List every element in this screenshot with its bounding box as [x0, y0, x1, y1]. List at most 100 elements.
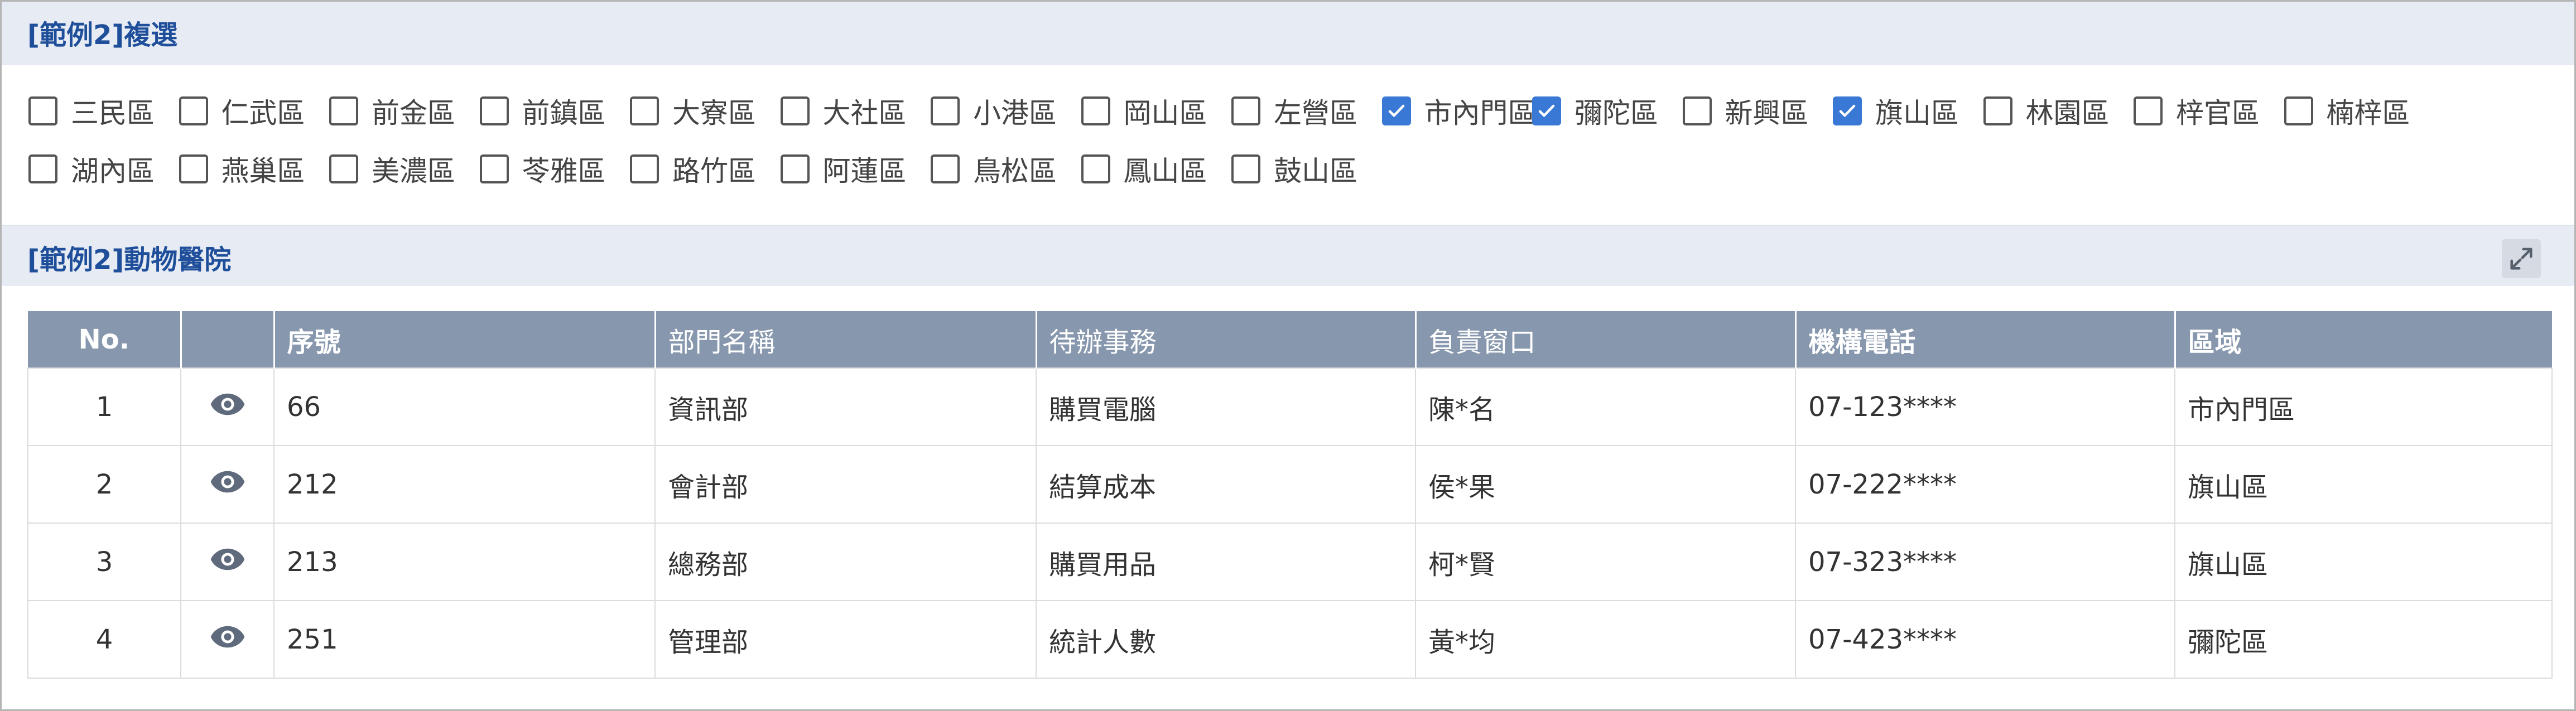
checkbox-label[interactable]: 美濃區	[372, 149, 455, 189]
checkbox-item[interactable]: 岡山區	[1081, 91, 1207, 130]
eye-icon[interactable]	[209, 625, 246, 656]
checkbox-label[interactable]: 梓官區	[2176, 91, 2260, 131]
eye-icon[interactable]	[209, 547, 246, 578]
checkbox-label[interactable]: 路竹區	[672, 149, 756, 189]
eye-icon[interactable]	[209, 392, 246, 423]
checkbox-item[interactable]: 前金區	[329, 91, 455, 130]
checkbox-item[interactable]: 鳳山區	[1081, 149, 1207, 188]
checkbox-label[interactable]: 大寮區	[672, 91, 756, 131]
checkbox-item[interactable]: 小港區	[931, 91, 1057, 130]
checkbox-item[interactable]: 楠梓區	[2284, 91, 2410, 130]
checkbox-label[interactable]: 彌陀區	[1575, 91, 1658, 131]
cell-district: 彌陀區	[2174, 600, 2553, 679]
checkbox-unchecked[interactable]	[2284, 96, 2313, 125]
checkbox-label[interactable]: 楠梓區	[2327, 91, 2410, 131]
checkbox-label[interactable]: 苓雅區	[522, 149, 606, 189]
checkbox-item[interactable]: 三民區	[28, 91, 155, 130]
checkbox-unchecked[interactable]	[329, 154, 358, 183]
checkbox-unchecked[interactable]	[1231, 96, 1260, 125]
checkbox-checked[interactable]	[1532, 96, 1561, 125]
cell-view[interactable]	[180, 523, 275, 601]
checkbox-checked[interactable]	[1381, 96, 1411, 125]
checkbox-item[interactable]: 湖內區	[28, 149, 155, 188]
checkbox-label[interactable]: 左營區	[1274, 91, 1357, 131]
checkbox-item[interactable]: 旗山區	[1833, 91, 1959, 130]
checkbox-label[interactable]: 鳥松區	[973, 149, 1057, 189]
checkbox-unchecked[interactable]	[28, 154, 57, 183]
cell-district: 市內門區	[2174, 367, 2553, 446]
checkbox-unchecked[interactable]	[179, 154, 208, 183]
cell-view[interactable]	[180, 445, 275, 524]
checkbox-unchecked[interactable]	[479, 154, 509, 183]
checkbox-label[interactable]: 鼓山區	[1274, 149, 1357, 189]
checkbox-unchecked[interactable]	[479, 96, 509, 125]
checkbox-unchecked[interactable]	[1231, 154, 1260, 183]
checkbox-label[interactable]: 三民區	[71, 91, 155, 131]
hospital-table: No. 序號 部門名稱 待辦事務 負責窗口 機構電話 區域 1 66 資訊部 購買電腦…	[27, 311, 2553, 679]
checkbox-item[interactable]: 苓雅區	[479, 149, 606, 189]
checkbox-unchecked[interactable]	[780, 154, 810, 183]
checkbox-unchecked[interactable]	[28, 96, 57, 125]
checkbox-label[interactable]: 燕巢區	[222, 149, 305, 189]
checkbox-label[interactable]: 鳳山區	[1124, 149, 1207, 189]
cell-task: 購買用品	[1036, 523, 1416, 601]
checkbox-unchecked[interactable]	[780, 96, 810, 125]
checkbox-unchecked[interactable]	[630, 154, 659, 183]
col-header-contact[interactable]: 負責窗口	[1415, 311, 1797, 368]
checkbox-item[interactable]: 鳥松區	[931, 149, 1057, 188]
col-header-department[interactable]: 部門名稱	[655, 311, 1037, 368]
checkbox-unchecked[interactable]	[931, 154, 960, 183]
checkbox-item[interactable]: 燕巢區	[179, 149, 305, 188]
checkbox-item[interactable]: 美濃區	[329, 149, 455, 188]
checkbox-checked[interactable]	[1833, 96, 1862, 125]
expand-icon	[2510, 248, 2532, 270]
checkbox-item[interactable]: 鼓山區	[1231, 149, 1357, 188]
checkbox-label[interactable]: 林園區	[2026, 91, 2110, 131]
checkbox-unchecked[interactable]	[630, 96, 659, 125]
col-header-district[interactable]: 區域	[2175, 311, 2552, 368]
checkbox-item[interactable]: 左營區	[1231, 91, 1357, 130]
checkbox-label[interactable]: 旗山區	[1875, 91, 1959, 131]
checkbox-unchecked[interactable]	[1081, 96, 1110, 125]
checkbox-unchecked[interactable]	[1081, 154, 1110, 183]
checkbox-item[interactable]: 仁武區	[179, 91, 305, 130]
checkbox-item[interactable]: 路竹區	[630, 149, 756, 188]
checkbox-label[interactable]: 前金區	[372, 91, 455, 131]
checkbox-item[interactable]: 阿蓮區	[780, 149, 907, 189]
checkbox-label[interactable]: 岡山區	[1124, 91, 1207, 131]
checkbox-label[interactable]: 市內門區	[1424, 91, 1536, 131]
checkbox-item[interactable]: 大社區	[780, 91, 907, 131]
checkbox-item[interactable]: 彌陀區	[1532, 91, 1658, 130]
checkbox-item[interactable]: 大寮區	[630, 91, 756, 130]
checkbox-label[interactable]: 阿蓮區	[823, 149, 907, 189]
checkbox-item[interactable]: 梓官區	[2134, 91, 2260, 130]
expand-button[interactable]	[2502, 239, 2541, 278]
table-row: 3 213 總務部 購買用品 柯*賢 07-323**** 旗山區	[27, 523, 2553, 601]
cell-view[interactable]	[180, 367, 275, 446]
checkmark-icon	[1839, 104, 1856, 117]
checkbox-label[interactable]: 新興區	[1725, 91, 1809, 131]
checkbox-item[interactable]: 林園區	[1983, 91, 2110, 130]
cell-view[interactable]	[180, 600, 275, 679]
col-header-task[interactable]: 待辦事務	[1036, 311, 1417, 368]
checkbox-unchecked[interactable]	[1682, 96, 1712, 125]
checkbox-unchecked[interactable]	[931, 96, 960, 125]
col-header-phone[interactable]: 機構電話	[1795, 311, 2176, 368]
checkbox-label[interactable]: 前鎮區	[522, 91, 606, 131]
cell-phone: 07-323****	[1795, 523, 2175, 601]
checkbox-label[interactable]: 小港區	[973, 91, 1057, 131]
checkbox-label[interactable]: 大社區	[823, 91, 907, 131]
checkbox-item[interactable]: 前鎮區	[479, 91, 606, 131]
col-header-serial[interactable]: 序號	[274, 311, 656, 368]
checkbox-unchecked[interactable]	[2134, 96, 2163, 125]
checkbox-unchecked[interactable]	[329, 96, 358, 125]
col-header-no[interactable]: No.	[28, 311, 182, 368]
checkbox-label[interactable]: 仁武區	[222, 91, 305, 131]
checkbox-item[interactable]: 新興區	[1682, 91, 1809, 131]
checkbox-label[interactable]: 湖內區	[71, 149, 155, 189]
checkbox-unchecked[interactable]	[1983, 96, 2012, 125]
eye-icon[interactable]	[209, 470, 246, 501]
cell-task: 結算成本	[1036, 445, 1416, 524]
checkbox-item[interactable]: 市內門區	[1381, 91, 1536, 131]
checkbox-unchecked[interactable]	[179, 96, 208, 125]
